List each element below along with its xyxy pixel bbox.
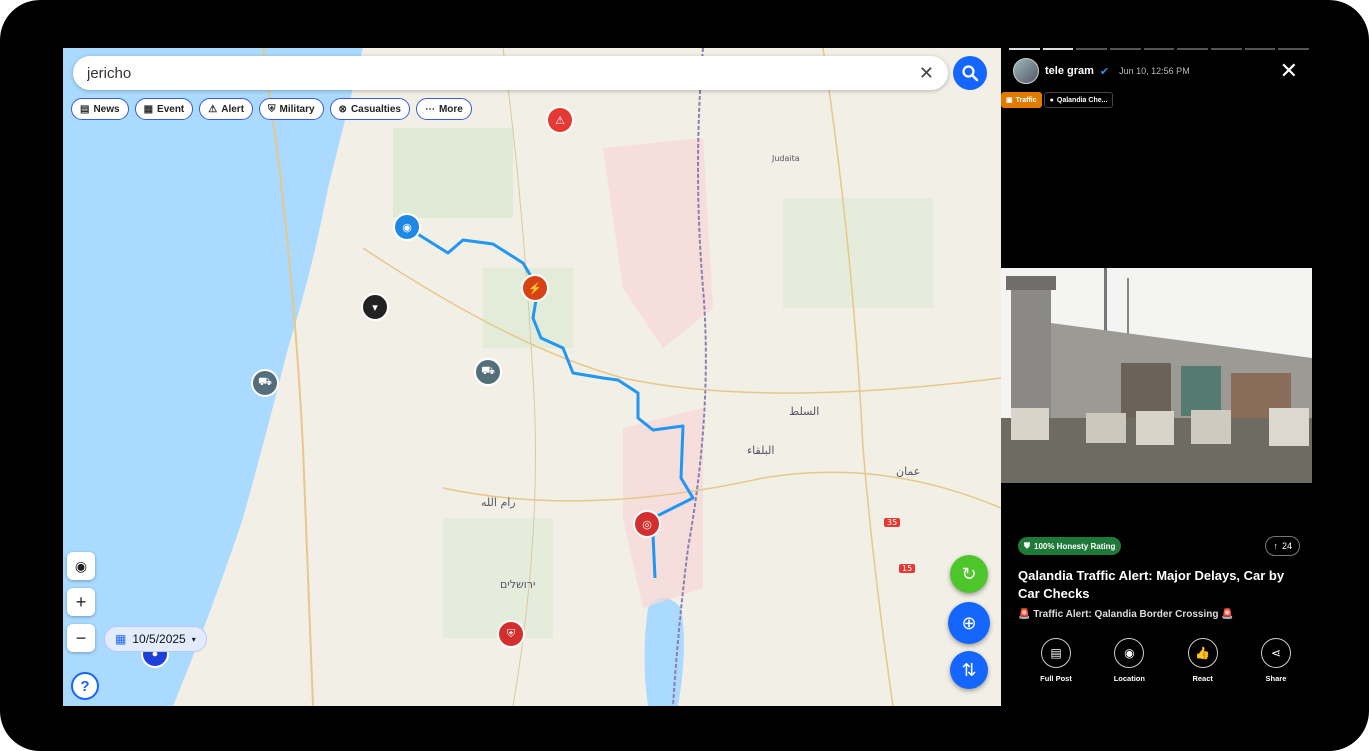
shield-check-icon: ⛊ <box>1024 541 1030 550</box>
calendar-icon: ▦ <box>115 632 127 646</box>
share-icon: ⋖ <box>1260 638 1291 668</box>
tag-label: Qalandia Che... <box>1056 96 1108 104</box>
filter-alert[interactable]: ⚠ Alert <box>199 98 254 120</box>
location-pin-icon: ● <box>1049 96 1054 104</box>
author-name: tele gram <box>1045 65 1094 77</box>
more-icon: ⋯ <box>424 103 435 115</box>
zoom-out-button[interactable]: − <box>67 624 95 652</box>
post-title: Qalandia Traffic Alert: Major Delays, Ca… <box>1018 568 1285 601</box>
calendar-icon: ▦ <box>143 103 154 115</box>
date-picker[interactable]: ▦ 10/5/2025 ▾ <box>104 626 207 652</box>
marker-military-2[interactable]: ⛟ <box>474 358 502 386</box>
map-label-judaita: Judaita <box>772 154 800 163</box>
filter-military[interactable]: ⛨ Military <box>259 98 324 120</box>
react-button[interactable]: 👍 React <box>1178 638 1228 683</box>
post-subtitle: 🚨 Traffic Alert: Qalandia Border Crossin… <box>1018 609 1234 620</box>
document-icon: ▤ <box>1041 638 1071 668</box>
tag-category[interactable]: ▣ Traffic <box>1001 92 1042 108</box>
upvote-button[interactable]: ↑ 24 <box>1265 536 1300 556</box>
story-progress <box>1009 48 1310 50</box>
filter-chips: ▤ News ▦ Event ⚠ Alert ⛨ Military ⊗ Casualtie… <box>71 98 472 120</box>
eye-icon: ◉ <box>74 557 88 574</box>
honesty-badge: ⛊ 100% Honesty Rating <box>1018 537 1122 555</box>
filter-label: More <box>438 103 463 115</box>
map-label-salt: السلط <box>789 405 820 418</box>
share-button[interactable]: ⋖ Share <box>1251 638 1301 683</box>
filter-label: Casualties <box>350 103 401 115</box>
map-label-jerusalem: ירושלים <box>500 578 536 591</box>
warning-icon: ⚠ <box>208 103 218 115</box>
action-label: Location <box>1113 674 1145 683</box>
route-button[interactable]: ⇅ <box>950 651 988 689</box>
marker-event[interactable]: ⚡ <box>521 274 549 302</box>
map-label-ramallah: رام الله <box>481 496 516 509</box>
upvote-count: 24 <box>1281 541 1292 551</box>
visibility-toggle[interactable]: ◉ <box>67 552 95 580</box>
filter-news[interactable]: ▤ News <box>71 98 129 120</box>
filter-more[interactable]: ⋯ More <box>415 98 472 120</box>
help-button[interactable]: ? <box>71 672 99 700</box>
close-icon: ✕ <box>1279 58 1298 83</box>
traffic-icon: ▣ <box>1006 97 1013 104</box>
filter-label: Event <box>157 103 185 115</box>
shield-icon: ⛨ <box>268 103 276 115</box>
action-label: Full Post <box>1040 674 1072 683</box>
device-frame: رام الله ירושלים عمان السلط البلقاء Juda… <box>0 0 1369 751</box>
tag-label: Traffic <box>1015 96 1037 104</box>
date-value: 10/5/2025 <box>132 632 186 646</box>
post-timestamp: Jun 10, 12:56 PM <box>1119 66 1190 76</box>
marker-selected-location[interactable]: ◎ <box>633 510 661 538</box>
filter-casualties[interactable]: ⊗ Casualties <box>329 98 410 120</box>
locate-button[interactable]: ⊕ <box>948 602 990 644</box>
refresh-icon: ↻ <box>961 563 977 584</box>
search-button[interactable] <box>953 56 987 90</box>
close-button[interactable]: ✕ <box>1280 58 1298 84</box>
map-canvas <box>63 48 1001 706</box>
marker-cluster-start[interactable]: ◉ <box>393 213 421 241</box>
post-author[interactable]: tele gram ✔ Jun 10, 12:56 PM <box>1013 58 1190 84</box>
news-icon: ▤ <box>80 103 90 115</box>
zoom-in-button[interactable]: + <box>67 588 95 616</box>
map-label-amman: عمان <box>896 465 921 478</box>
location-button[interactable]: ◉ Location <box>1104 638 1154 683</box>
close-icon[interactable]: ✕ <box>919 63 934 84</box>
action-label: React <box>1192 674 1213 683</box>
checkpoint-photo <box>1001 268 1312 483</box>
casualties-icon: ⊗ <box>338 103 347 115</box>
post-actions: ▤ Full Post ◉ Location 👍 React ⋖ Share <box>1031 638 1301 683</box>
marker-casualty[interactable]: ▾ <box>361 293 389 321</box>
road-shield-35: 35 <box>884 518 901 527</box>
search-icon <box>962 65 979 82</box>
avatar <box>1013 58 1039 84</box>
marker-cluster-jerusalem[interactable]: ⛨ <box>497 620 525 648</box>
marker-military[interactable]: ⛟ <box>251 369 279 397</box>
honesty-text: 100% Honesty Rating <box>1034 541 1116 551</box>
filter-label: Alert <box>221 103 245 115</box>
search-bar: ✕ <box>73 56 948 90</box>
tag-location[interactable]: ● Qalandia Che... <box>1043 92 1114 108</box>
route-icon: ⇅ <box>961 659 977 680</box>
thumbs-up-icon: 👍 <box>1187 638 1218 668</box>
map-label-balqa: البلقاء <box>747 444 775 457</box>
map[interactable]: رام الله ירושלים عمان السلط البلقاء Juda… <box>63 48 1001 706</box>
location-pin-icon: ◉ <box>1114 638 1145 668</box>
road-shield-15: 15 <box>899 564 916 573</box>
action-label: Share <box>1265 674 1287 683</box>
search-input[interactable] <box>87 64 919 82</box>
filter-event[interactable]: ▦ Event <box>134 98 194 120</box>
filter-label: News <box>93 103 120 115</box>
crosshair-icon: ⊕ <box>961 612 977 633</box>
full-post-button[interactable]: ▤ Full Post <box>1031 638 1081 683</box>
post-tags: ▣ Traffic ● Qalandia Che... <box>1001 92 1114 108</box>
refresh-button[interactable]: ↻ <box>950 555 988 593</box>
verified-icon: ✔ <box>1099 65 1110 78</box>
marker-alert[interactable]: ⚠ <box>546 106 574 134</box>
arrow-up-icon: ↑ <box>1273 541 1278 551</box>
post-panel: tele gram ✔ Jun 10, 12:56 PM ✕ ▣ Traffic … <box>1001 48 1312 706</box>
filter-label: Military <box>279 103 315 115</box>
chevron-down-icon: ▾ <box>191 634 196 644</box>
post-image <box>1001 268 1312 483</box>
